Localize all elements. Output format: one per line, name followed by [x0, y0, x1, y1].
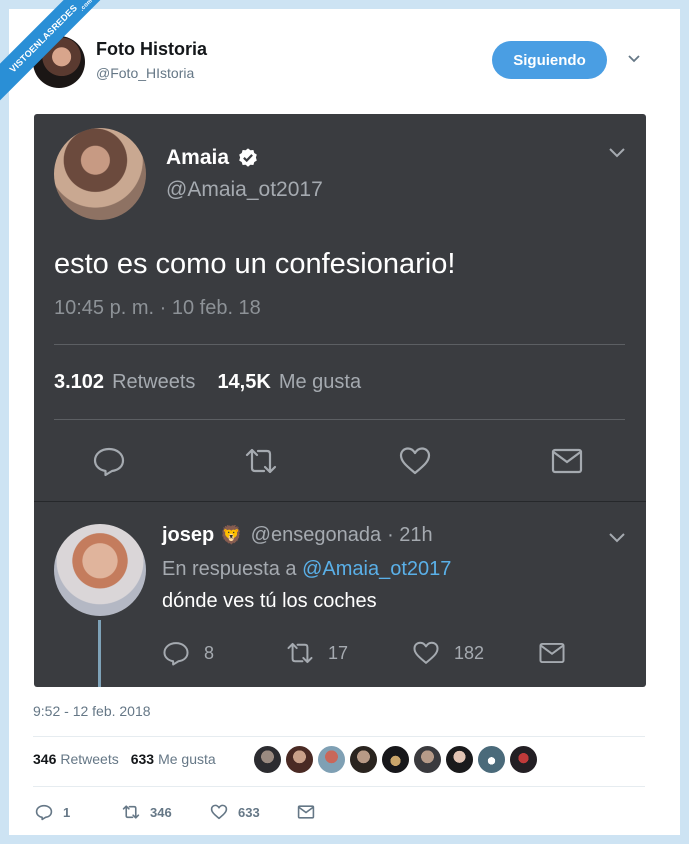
quoted-tweet-card: Amaia @Amaia_ot2017 esto es como un conf… — [34, 114, 646, 687]
liker-avatar[interactable] — [286, 746, 313, 773]
liker-avatar[interactable] — [382, 746, 409, 773]
retweet-icon — [122, 805, 140, 819]
reply-avatar[interactable] — [54, 524, 146, 616]
liker-avatar[interactable] — [254, 746, 281, 773]
liker-avatar[interactable] — [318, 746, 345, 773]
reply-to-link[interactable]: @Amaia_ot2017 — [302, 558, 451, 580]
retweet-icon — [245, 448, 277, 474]
tweet-stats: 346 Retweets 633 Me gusta — [33, 751, 216, 767]
divider — [33, 736, 645, 737]
quoted-retweets-count: 3.102 — [54, 371, 105, 393]
like-button[interactable]: 633 — [210, 802, 260, 822]
reply-reply-button[interactable]: 8 — [162, 638, 214, 668]
quoted-reply-button[interactable] — [92, 444, 126, 478]
author-handle[interactable]: @Foto_HIstoria — [96, 65, 194, 81]
reply-context: En respuesta a @Amaia_ot2017 — [162, 558, 451, 581]
quoted-name-text: Amaia — [166, 146, 230, 169]
quoted-retweet-button[interactable] — [244, 444, 278, 478]
quoted-avatar[interactable] — [54, 128, 146, 220]
quoted-stats: 3.102 Retweets 14,5K Me gusta — [54, 371, 361, 394]
reply-text: dónde ves tú los coches — [162, 590, 377, 612]
author-name[interactable]: Foto Historia — [96, 39, 207, 60]
heart-icon — [399, 447, 431, 475]
liker-avatar[interactable] — [350, 746, 377, 773]
likes-stat[interactable]: 633 Me gusta — [131, 751, 216, 767]
verified-badge-icon — [239, 148, 257, 167]
reply-reply-count: 8 — [204, 642, 215, 663]
reply-icon — [35, 804, 53, 821]
chevron-down-icon[interactable] — [608, 531, 626, 545]
reply-author-handle[interactable]: @ensegonada — [251, 524, 381, 547]
quoted-likes-stat[interactable]: 14,5K Me gusta — [217, 371, 361, 394]
quoted-author-name[interactable]: Amaia — [166, 146, 259, 170]
likes-count: 633 — [130, 751, 155, 767]
dm-button[interactable] — [297, 802, 315, 822]
quoted-author-handle[interactable]: @Amaia_ot2017 — [166, 178, 323, 202]
reply-author-name[interactable]: josep — [162, 524, 214, 547]
tweet-header: Foto Historia @Foto_HIstoria Siguiendo — [33, 36, 653, 92]
mail-icon — [551, 448, 583, 474]
reply-icon — [163, 642, 189, 666]
liker-avatar[interactable] — [414, 746, 441, 773]
reply-like-count: 182 — [454, 642, 485, 663]
reply-button[interactable]: 1 — [35, 802, 70, 822]
following-button[interactable]: Siguiendo — [492, 41, 607, 79]
mail-icon — [297, 805, 315, 819]
reply-count: 1 — [63, 804, 71, 820]
retweet-count: 346 — [150, 804, 172, 820]
divider — [54, 344, 625, 345]
reply-retweet-count: 17 — [328, 642, 349, 663]
reply-header: josep 🦁 @ensegonada · 21h — [162, 524, 433, 547]
reply-retweet-button[interactable]: 17 — [286, 638, 348, 668]
retweets-label: Retweets — [60, 751, 119, 767]
like-count: 633 — [238, 804, 260, 820]
quoted-likes-count: 14,5K — [217, 371, 271, 393]
reply-prefix: En respuesta a — [162, 558, 297, 580]
liker-avatar[interactable] — [510, 746, 537, 773]
quoted-timestamp[interactable]: 10:45 p. m. · 10 feb. 18 — [54, 297, 261, 320]
reply-icon — [93, 447, 125, 477]
likers-avatars — [254, 746, 537, 773]
liker-avatar[interactable] — [446, 746, 473, 773]
quoted-dm-button[interactable] — [550, 444, 584, 478]
likes-label: Me gusta — [158, 751, 216, 767]
retweet-button[interactable]: 346 — [122, 802, 172, 822]
divider — [33, 786, 645, 787]
chevron-down-icon[interactable] — [608, 146, 626, 160]
retweets-stat[interactable]: 346 Retweets — [33, 751, 119, 767]
reply-like-button[interactable]: 182 — [412, 638, 484, 668]
quoted-like-button[interactable] — [398, 444, 432, 478]
reply-dm-button[interactable] — [538, 638, 566, 668]
retweet-icon — [287, 642, 313, 664]
quoted-retweets-stat[interactable]: 3.102 Retweets — [54, 371, 195, 394]
quoted-retweets-label: Retweets — [112, 371, 196, 393]
chevron-down-icon[interactable] — [627, 52, 641, 66]
lion-emoji: 🦁 — [220, 525, 243, 545]
quoted-tweet-text: esto es como un confesionario! — [54, 248, 456, 280]
quoted-likes-label: Me gusta — [278, 371, 362, 393]
divider — [54, 419, 625, 420]
mail-icon — [539, 642, 565, 664]
divider — [34, 501, 646, 502]
reply-age[interactable]: · 21h — [387, 524, 433, 547]
liker-avatar[interactable] — [478, 746, 505, 773]
thread-line — [98, 620, 101, 687]
heart-icon — [210, 804, 228, 820]
retweets-count: 346 — [33, 751, 57, 767]
tweet-timestamp[interactable]: 9:52 - 12 feb. 2018 — [33, 703, 151, 719]
watermark-sub: .com — [79, 0, 94, 13]
heart-icon — [413, 641, 439, 664]
